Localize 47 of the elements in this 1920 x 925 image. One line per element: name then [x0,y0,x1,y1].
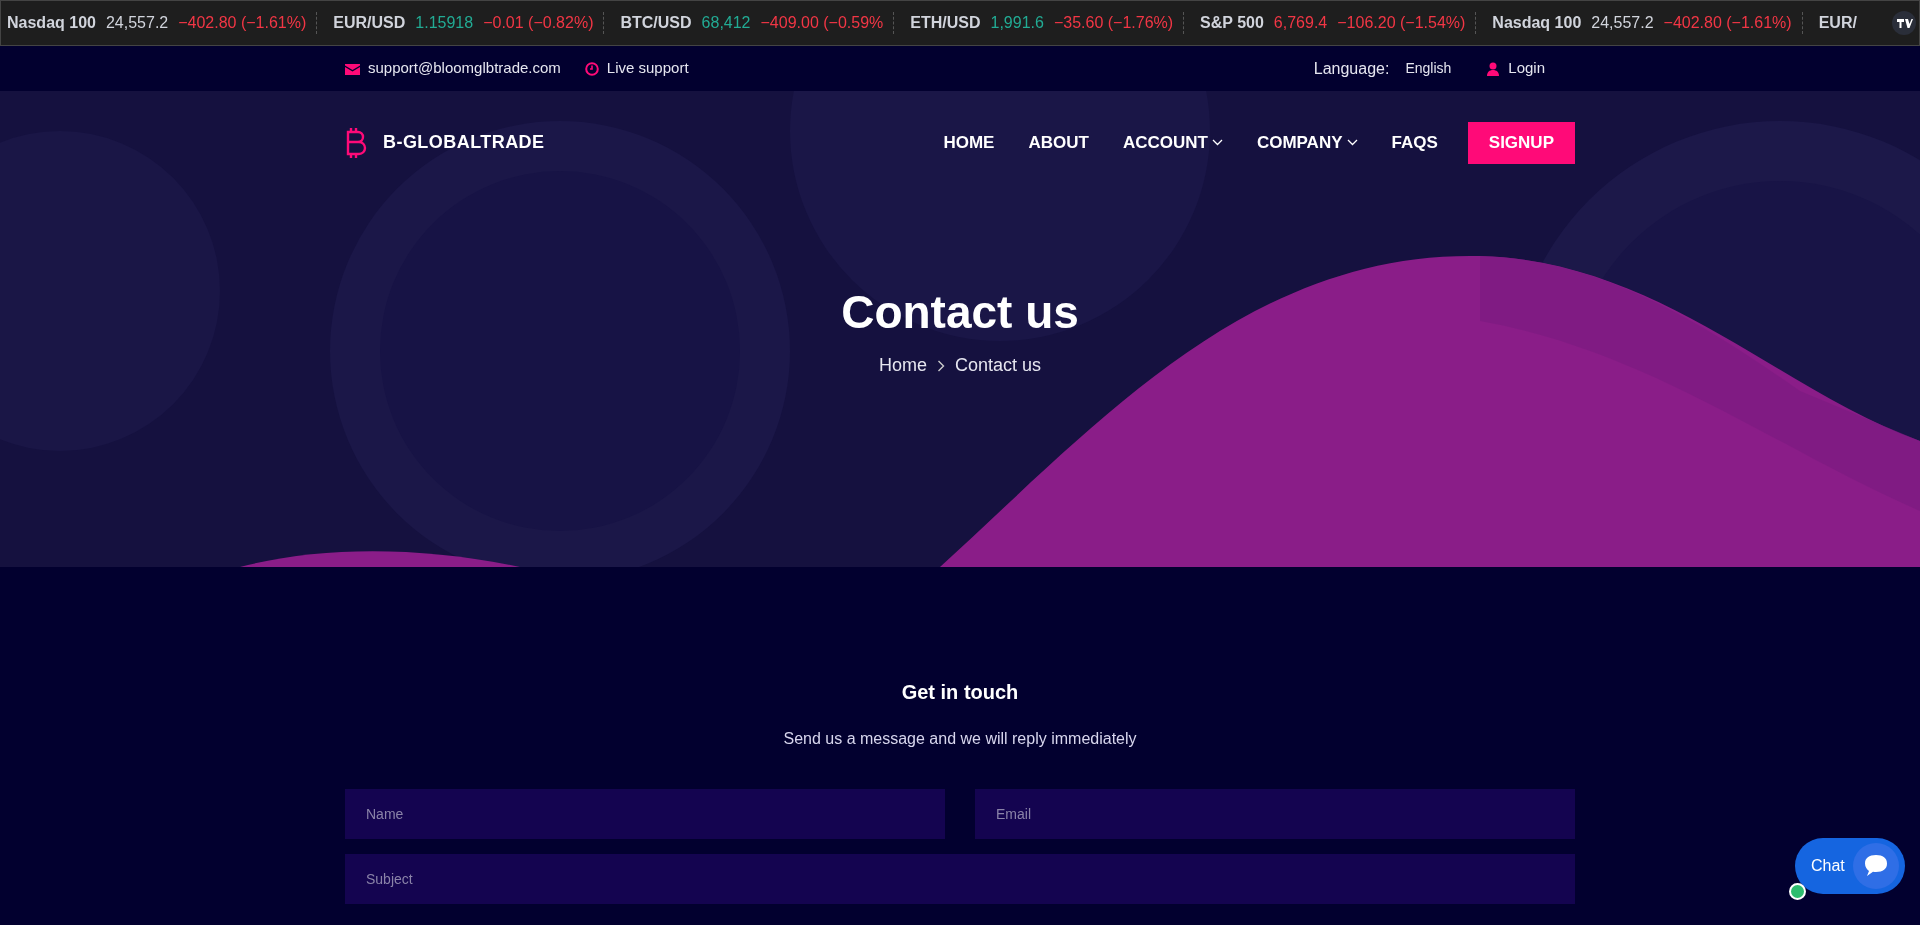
language-label: Language: [1313,58,1390,79]
chart-logo-icon[interactable] [1892,11,1916,35]
nav-link[interactable]: ABOUT [1028,129,1089,156]
ticker-symbol[interactable]: S&P 500 [1200,11,1264,35]
nav-link[interactable]: COMPANY [1256,129,1358,156]
ticker-change: −35.60 (−1.76%) [1053,13,1174,33]
ticker-price: 24,557.2 [105,13,169,33]
chevron-right-icon [937,359,945,372]
ticker-price: 24,557.2 [1591,13,1654,33]
ticker-price: 6,769.4 [1273,13,1328,33]
breadcrumb-link[interactable]: Home [878,352,927,379]
ticker-symbol[interactable]: BTC/USD [620,11,692,35]
nav-link[interactable]: ACCOUNT [1122,129,1223,156]
ticker-change: −106.20 (−1.54%) [1337,13,1466,33]
section-heading: Get in touch [901,680,1019,705]
live-support-link[interactable]: Live support [606,57,689,80]
clock-icon [584,61,599,76]
input-field[interactable]: Name [345,789,945,839]
chat-bubble-icon [1853,843,1899,889]
logo-text[interactable]: B-GLOBALTRADE [383,129,545,156]
user-icon [1487,61,1501,76]
ticker-change: −402.80 (−1.61%) [178,13,307,33]
chat-button[interactable]: Chat [1795,838,1905,894]
bitcoin-icon [345,126,367,159]
section-subtitle: Send us a message and we will reply immediately [783,729,1137,749]
support-email[interactable]: support@bloomglbtrade.com [368,57,561,80]
input-field[interactable]: Subject [345,854,1575,904]
ticker-symbol[interactable]: Nasdaq 100 [1492,11,1582,35]
breadcrumb-current: Contact us [955,354,1042,377]
ticker-symbol[interactable]: Nasdaq 100 [7,11,96,35]
ticker-price: 1.15918 [415,13,474,33]
ticker-change: −402.80 (−1.61%) [1663,13,1792,33]
mail-icon [345,62,360,75]
signup-button[interactable]: SIGNUP [1467,121,1575,164]
ticker-price: 68,412 [701,13,751,33]
page-title: Contact us [841,285,1079,340]
ticker-symbol[interactable]: EUR/ [1818,11,1857,35]
ticker-change: −409.00 (−0.59% [760,13,884,33]
input-field[interactable]: Email [975,789,1575,839]
ticker-symbol[interactable]: EUR/USD [333,11,406,35]
ticker-symbol[interactable]: ETH/USD [910,11,981,35]
ticker-price: 1,991.6 [990,13,1044,33]
nav-link[interactable]: HOME [943,129,995,156]
language-selector[interactable]: English [1405,58,1452,79]
ticker-change: −0.01 (−0.82%) [483,13,594,33]
login-link[interactable]: Login [1508,57,1545,80]
nav-link[interactable]: FAQS [1391,129,1438,156]
